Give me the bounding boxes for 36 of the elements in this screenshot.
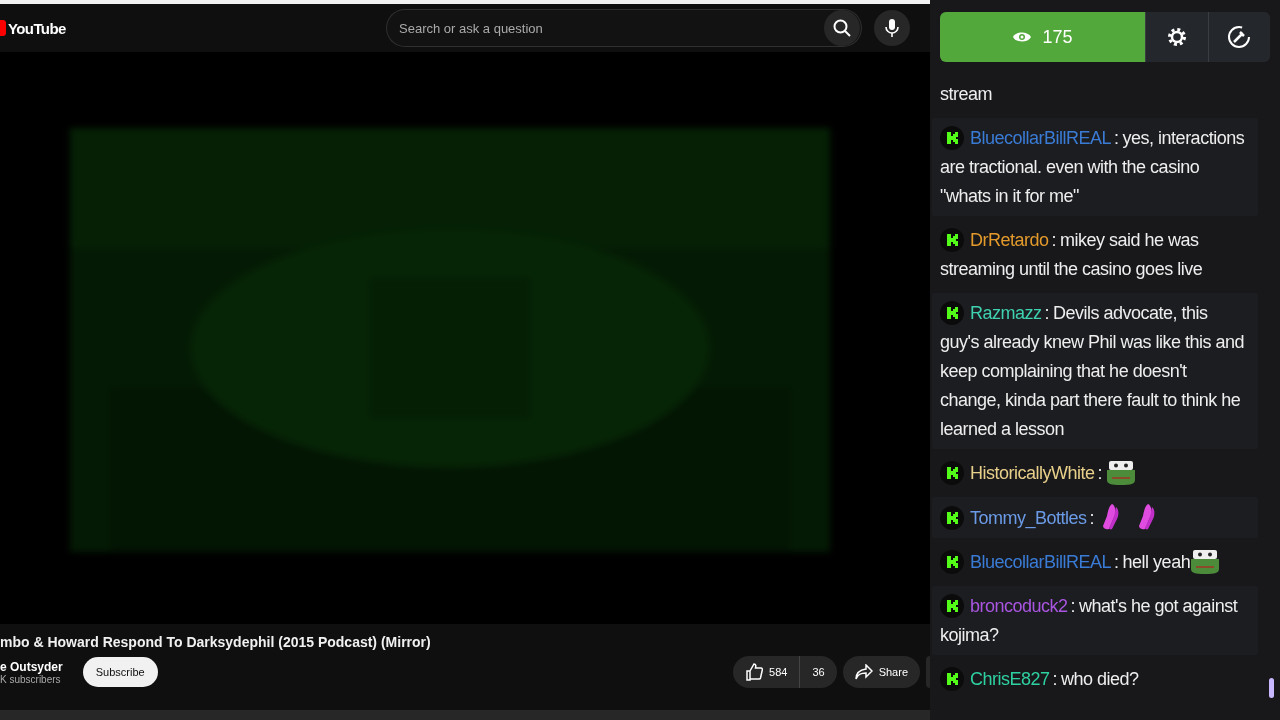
kick-badge-icon — [940, 461, 964, 485]
frog-emote-icon — [1106, 460, 1137, 486]
microphone-icon — [885, 18, 899, 38]
thumbs-up-icon — [745, 663, 764, 681]
logo-icon — [0, 20, 6, 36]
chat-message: BluecollarBillREAL : yes, interactions are tractional. even with the casino "whats in it for me" — [940, 125, 1246, 208]
subscribe-button[interactable]: Subscribe — [82, 657, 158, 687]
kick-badge-icon — [940, 301, 964, 325]
kick-badge-icon — [940, 594, 964, 618]
video-title: mbo & Howard Respond To Darksydephil (2015 Podcast) (Mirror) — [0, 633, 432, 650]
logo-text[interactable]: YouTube — [8, 19, 66, 37]
chat-message: DrRetardo : mikey said he was streaming until the casino goes live — [940, 227, 1204, 281]
plug-icon — [1226, 24, 1253, 50]
chat-message: stream — [940, 83, 993, 106]
chat-message: Tommy_Bottles : — [940, 503, 1250, 533]
microphone-button[interactable] — [874, 10, 910, 46]
scrollbar-thumb[interactable] — [1269, 678, 1274, 698]
chat-message: BluecollarBillREAL : hell yeah — [940, 548, 1250, 577]
eye-icon — [1012, 30, 1033, 44]
subscriber-count: K subscribers — [0, 673, 61, 685]
chat-message: broncoduck2 : what's he got against kojima? — [940, 593, 1239, 647]
kick-badge-icon — [940, 506, 964, 530]
dislike-count[interactable]: 36 — [799, 656, 837, 688]
chat-message: ChrisE827 : who died? — [940, 665, 1250, 694]
chat-message: Razmazz : Devils advocate, this guy's already knew Phil was like this and keep complaining that he doesn't change, kinda part there fault to think he learned a lesson — [940, 300, 1246, 441]
channel-name[interactable]: e Outsyder — [0, 659, 63, 674]
share-button[interactable]: Share — [842, 656, 920, 688]
kick-badge-icon — [940, 126, 964, 150]
like-button[interactable]: 584 — [733, 656, 800, 688]
kick-badge-icon — [940, 228, 964, 252]
share-arrow-icon — [854, 664, 873, 680]
chat-message: HistoricallyWhite : — [940, 459, 1250, 488]
frog-emote-icon — [1190, 549, 1221, 575]
kick-badge-icon — [940, 667, 964, 691]
popout-button[interactable] — [1207, 12, 1270, 62]
kick-badge-icon — [940, 550, 964, 574]
